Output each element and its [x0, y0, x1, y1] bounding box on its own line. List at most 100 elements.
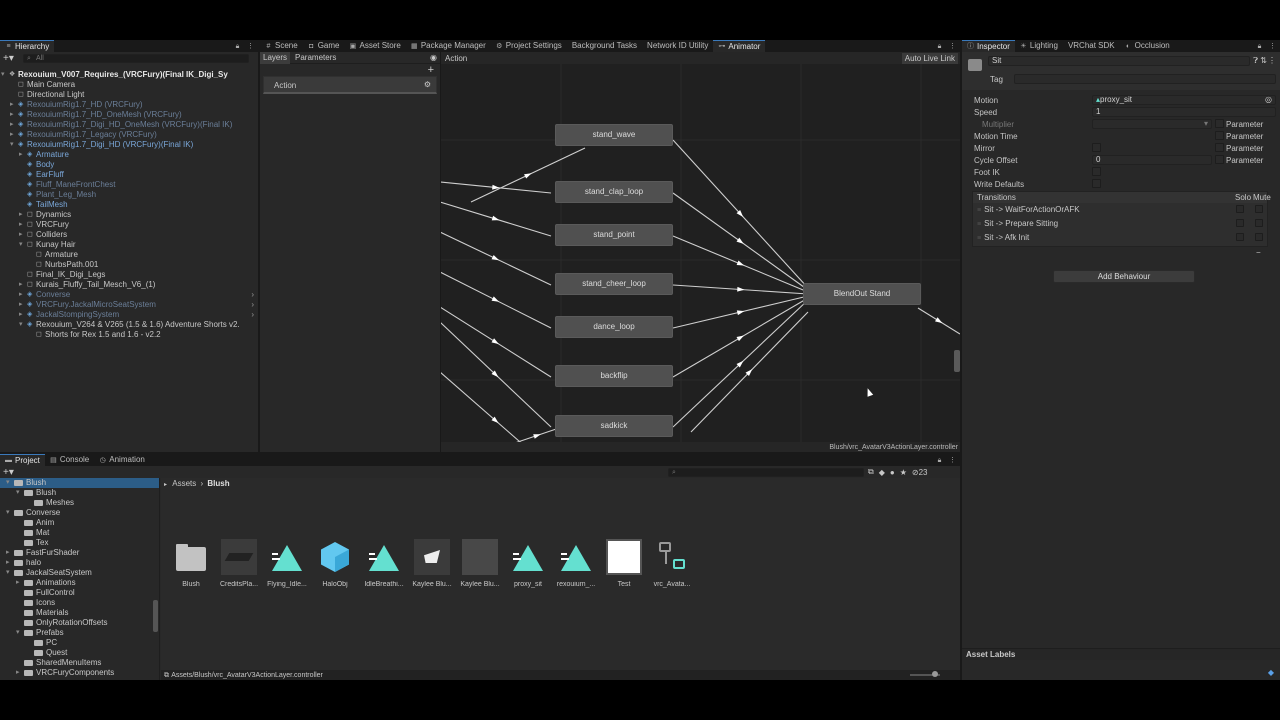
transition-row[interactable]: ≡ Sit -> Prepare Sitting [973, 217, 1267, 231]
folder-item[interactable]: ▾ Converse [0, 508, 159, 518]
folder-item[interactable]: Quest [0, 648, 159, 658]
add-behaviour-button[interactable]: Add Behaviour [1053, 270, 1195, 283]
solo-checkbox[interactable] [1236, 205, 1244, 213]
collapsed-arrow-icon[interactable]: ▸ [10, 100, 14, 110]
multiplier-dropdown[interactable]: ▾ [1092, 119, 1212, 129]
tab-animator[interactable]: ⊶ Animator [713, 40, 766, 52]
tab-hierarchy[interactable]: ≡ Hierarchy [0, 40, 55, 52]
state-stand-clap-loop[interactable]: stand_clap_loop [555, 181, 673, 203]
asset-item[interactable]: Flying_Idle... [263, 539, 311, 588]
asset-item[interactable]: CreditsPla... [215, 539, 263, 588]
hierarchy-item[interactable]: ▸ ◈ JackalStompingSystem › [0, 310, 258, 320]
folder-item[interactable]: Materials [0, 608, 159, 618]
write-defaults-checkbox[interactable] [1092, 179, 1101, 188]
expanded-arrow-icon[interactable]: ▾ [6, 478, 10, 488]
transition-row[interactable]: ≡ Sit -> WaitForActionOrAFK [973, 203, 1267, 217]
drag-handle-icon[interactable]: ≡ [977, 221, 981, 228]
object-picker-icon[interactable]: ◎ [1265, 96, 1272, 104]
asset-item[interactable]: HaloObj [311, 539, 359, 588]
hierarchy-item[interactable]: ◻ Shorts for Rex 1.5 and 1.6 - v2.2 [0, 330, 258, 340]
folder-item[interactable]: ▾ Prefabs [0, 628, 159, 638]
hierarchy-item[interactable]: ▸ ◻ Dynamics [0, 210, 258, 220]
mirror-parameter-checkbox[interactable] [1215, 143, 1224, 152]
filter-by-label-icon[interactable]: ◆ [879, 468, 885, 477]
more-icon[interactable]: ⋮ [949, 43, 956, 50]
more-icon[interactable]: ⋮ [949, 457, 956, 464]
hierarchy-item[interactable]: ◈ Body [0, 160, 258, 170]
folder-item[interactable]: ▸ VRCFuryComponents [0, 668, 159, 678]
hierarchy-item[interactable]: ▸ ◈ Converse › [0, 290, 258, 300]
state-dance-loop[interactable]: dance_loop [555, 316, 673, 338]
hierarchy-search-input[interactable]: ⌕ All [23, 53, 249, 63]
folder-item[interactable]: Meshes [0, 498, 159, 508]
asset-item[interactable]: Blush [167, 539, 215, 588]
create-button[interactable]: +▾ [3, 467, 19, 478]
tab-asset-store[interactable]: ▣ Asset Store [344, 40, 405, 52]
folder-item[interactable]: FullControl [0, 588, 159, 598]
help-icon[interactable]: ❓︎ [1253, 56, 1258, 66]
lock-icon[interactable]: 🔒︎ [936, 43, 943, 50]
graph-scrollbar[interactable] [954, 350, 960, 372]
layers-tab[interactable]: Layers [260, 51, 291, 64]
tab-background-tasks[interactable]: Background Tasks [567, 40, 642, 52]
hierarchy-item[interactable]: ◈ Plant_Leg_Mesh [0, 190, 258, 200]
asset-item[interactable]: Kaylee Blu... [456, 539, 504, 588]
hidden-packages-icon[interactable]: ⊘23 [912, 468, 928, 477]
hierarchy-item[interactable]: ◻ Armature [0, 250, 258, 260]
chevron-right-icon[interactable]: › [251, 310, 254, 320]
layer-item-action[interactable]: Action ⚙ [263, 76, 437, 94]
folder-item[interactable]: ▸ halo [0, 558, 159, 568]
layer-gear-icon[interactable]: ⚙ [424, 80, 431, 89]
folder-item[interactable]: Icons [0, 598, 159, 608]
drag-handle-icon[interactable]: ≡ [977, 235, 981, 242]
tab-project[interactable]: ▬ Project [0, 454, 45, 466]
expanded-arrow-icon[interactable]: ▾ [19, 240, 23, 250]
hierarchy-item[interactable]: ◈ EarFluff [0, 170, 258, 180]
hierarchy-item[interactable]: ▾ ◈ RexouiumRig1.7_Digi_HD (VRCFury)(Final… [0, 140, 258, 150]
tab-occlusion[interactable]: ◐ Occlusion [1120, 40, 1175, 52]
expanded-arrow-icon[interactable]: ▾ [19, 320, 23, 330]
favorite-icon[interactable]: ★ [900, 468, 907, 477]
motion-field[interactable]: ▴proxy_sit ◎ [1092, 95, 1276, 105]
tab-animation[interactable]: ◷ Animation [94, 454, 150, 466]
collapsed-arrow-icon[interactable]: ▸ [19, 210, 23, 220]
lock-icon[interactable]: 🔒︎ [1256, 43, 1263, 50]
hierarchy-item[interactable]: ◻ Main Camera [0, 80, 258, 90]
filter-by-log-icon[interactable]: ● [890, 468, 895, 477]
hierarchy-item[interactable]: ◈ TailMesh [0, 200, 258, 210]
collapsed-arrow-icon[interactable]: ▸ [6, 548, 10, 558]
state-stand-wave[interactable]: stand_wave [555, 124, 673, 146]
collapsed-arrow-icon[interactable]: ▸ [19, 150, 23, 160]
state-blendout-stand[interactable]: BlendOut Stand [803, 283, 921, 305]
hierarchy-item[interactable]: ▸ ◈ RexouiumRig1.7_HD_OneMesh (VRCFury) [0, 110, 258, 120]
motion-time-parameter-checkbox[interactable] [1215, 131, 1224, 140]
folder-item[interactable]: ▸ FastFurShader [0, 548, 159, 558]
state-stand-cheer-loop[interactable]: stand_cheer_loop [555, 273, 673, 295]
add-button[interactable]: +▾ [3, 53, 19, 64]
folder-item[interactable]: ▾ JackalSeatSystem [0, 568, 159, 578]
eye-icon[interactable]: ◉ [430, 53, 437, 62]
tag-icon[interactable]: ◆ [1268, 668, 1274, 677]
collapsed-arrow-icon[interactable]: ▸ [19, 310, 23, 320]
mute-checkbox[interactable] [1255, 205, 1263, 213]
hierarchy-item[interactable]: ▸ ◈ RexouiumRig1.7_HD (VRCFury) [0, 100, 258, 110]
chevron-right-icon[interactable]: › [251, 300, 254, 310]
mute-checkbox[interactable] [1255, 219, 1263, 227]
solo-checkbox[interactable] [1236, 219, 1244, 227]
folder-item[interactable]: Tex [0, 538, 159, 548]
folder-item[interactable]: ▾ Blush [0, 478, 159, 488]
tab-project-settings[interactable]: ⚙ Project Settings [491, 40, 567, 52]
asset-item[interactable]: IdleBreathi... [360, 539, 408, 588]
asset-item[interactable]: vrc_Avata... [648, 539, 696, 588]
collapsed-arrow-icon[interactable]: ▸ [10, 110, 14, 120]
asset-item[interactable]: rexouium_... [552, 539, 600, 588]
hierarchy-item[interactable]: ◈ Fluff_ManeFrontChest [0, 180, 258, 190]
hierarchy-item[interactable]: ▸ ◈ RexouiumRig1.7_Legacy (VRCFury) [0, 130, 258, 140]
tab-scene[interactable]: # Scene [260, 40, 303, 52]
tab-package-manager[interactable]: ▦ Package Manager [406, 40, 491, 52]
filter-by-type-icon[interactable]: ⧉ [868, 467, 874, 477]
lock-icon[interactable]: 🔒︎ [936, 457, 943, 464]
hierarchy-item[interactable]: ▸ ◻ Kurais_Fluffy_Tail_Mesch_V6_(1) [0, 280, 258, 290]
state-name-field[interactable]: Sit [988, 56, 1250, 66]
hierarchy-item[interactable]: ▸ ◻ VRCFury [0, 220, 258, 230]
